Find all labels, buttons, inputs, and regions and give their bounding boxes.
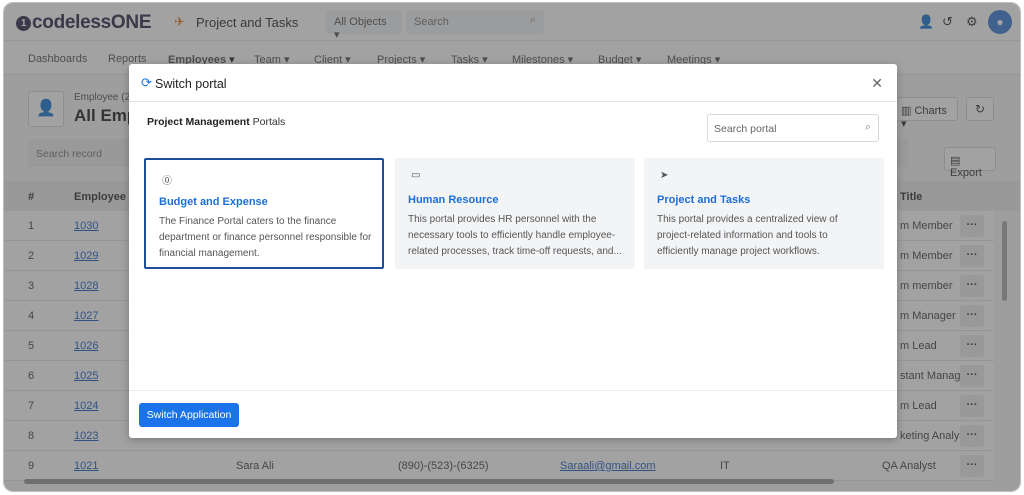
- sync-icon: ⟳: [141, 75, 152, 90]
- portal-card-description: This portal provides a centralized view …: [657, 214, 838, 257]
- search-icon: ⌕: [864, 121, 871, 133]
- portal-card-human-resource[interactable]: ▭ Human Resource This portal provides HR…: [395, 158, 635, 269]
- app-window: 1codelessONE ✈ Project and Tasks All Obj…: [3, 2, 1021, 492]
- portal-card-title: Human Resource: [408, 194, 499, 206]
- portal-card-title: Project and Tasks: [657, 194, 751, 206]
- dialog-footer: Switch Application: [129, 390, 897, 438]
- switch-application-button[interactable]: Switch Application: [139, 403, 239, 427]
- portal-card-title: Budget and Expense: [159, 196, 268, 208]
- portal-card-description: The Finance Portal caters to the finance…: [159, 216, 372, 259]
- portals-heading: Project Management Portals: [147, 116, 285, 128]
- portal-card-budget-and-expense[interactable]: ⓪ Budget and Expense The Finance Portal …: [144, 158, 384, 269]
- portal-search-input[interactable]: Search portal ⌕: [707, 114, 879, 142]
- portals-heading-rest: Portals: [249, 116, 286, 128]
- dialog-title: Switch portal: [155, 77, 227, 91]
- portals-heading-bold: Project Management: [147, 116, 250, 128]
- dialog-header: ⟳ Switch portal ✕: [129, 64, 897, 102]
- portal-search-placeholder: Search portal: [714, 123, 777, 135]
- id-card-icon: ▭: [411, 170, 421, 181]
- portal-card-project-and-tasks[interactable]: ➤ Project and Tasks This portal provides…: [644, 158, 884, 269]
- switch-portal-dialog: ⟳ Switch portal ✕ Project Management Por…: [129, 64, 897, 438]
- dollar-icon: ⓪: [162, 176, 172, 187]
- close-icon[interactable]: ✕: [871, 75, 883, 92]
- portal-card-description: This portal provides HR personnel with t…: [408, 214, 622, 257]
- paper-plane-icon: ➤: [660, 170, 669, 181]
